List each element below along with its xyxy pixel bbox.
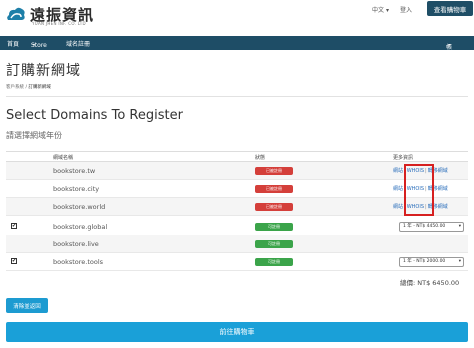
section-heading: Select Domains To Register [6, 108, 183, 123]
registration-period-select[interactable]: 1 年 - NT$ 2000.00 ▾ [399, 257, 464, 267]
registration-period-value: 1 年 - NT$ 4450.00 [403, 224, 446, 229]
status-badge: 已被註冊 [255, 167, 293, 175]
column-header-domain: 網域名稱 [53, 155, 74, 161]
domain-name: bookstore.live [53, 240, 99, 248]
divider [6, 96, 468, 97]
table-row: ✔ bookstore.tools 可註冊 1 年 - NT$ 2000.00 ▾ [6, 253, 468, 271]
table-row: bookstore.tw 已被註冊 網站|WHOIS|轉移網域 [6, 162, 468, 180]
table-row: ✔ bookstore.global 可註冊 1 年 - NT$ 4450.00… [6, 218, 468, 236]
website-link[interactable]: 網站 [393, 186, 403, 192]
website-link[interactable]: 網站 [393, 168, 403, 174]
language-selector[interactable]: 中文 ▾ [372, 5, 389, 14]
login-link[interactable]: 登入 [400, 5, 412, 14]
breadcrumb-client-area[interactable]: 客戶系統 [6, 85, 24, 90]
chevron-down-icon: ▾ [448, 42, 451, 47]
domain-name: bookstore.city [53, 185, 100, 193]
breadcrumb-separator: / [25, 85, 27, 90]
page-title: 訂購新網域 [6, 63, 81, 79]
status-badge: 可註冊 [255, 240, 293, 248]
domain-checkbox[interactable]: ✔ [11, 258, 17, 264]
website-link[interactable]: 網站 [393, 204, 403, 210]
view-cart-button[interactable]: 查看購物車 [427, 1, 473, 16]
domain-name: bookstore.tw [53, 167, 96, 175]
table-row: bookstore.live 可註冊 [6, 235, 468, 253]
domain-name: bookstore.global [53, 223, 108, 231]
domain-name: bookstore.tools [53, 258, 104, 266]
registration-period-value: 1 年 - NT$ 2000.00 [403, 259, 446, 264]
logo-subtitle: YUAN JHEN INF. CO. LTD [32, 21, 86, 26]
language-label: 中文 [372, 7, 385, 14]
go-to-cart-button[interactable]: 前往購物車 [6, 322, 468, 342]
domain-name: bookstore.world [53, 203, 106, 211]
chevron-down-icon: ▾ [458, 259, 461, 264]
status-badge: 可註冊 [255, 258, 293, 266]
main-navbar: 首頁 Store ▾ 域名註冊 帳戶 ▾ [0, 36, 474, 60]
cloud-logo-icon [7, 7, 25, 20]
registration-period-select[interactable]: 1 年 - NT$ 4450.00 ▾ [399, 222, 464, 232]
table-header: 網域名稱 狀態 更多資訊 [6, 151, 468, 162]
chevron-down-icon: ▾ [458, 224, 461, 229]
nav-domain-register[interactable]: 域名註冊 [66, 39, 90, 48]
table-row: bookstore.world 已被註冊 網站|WHOIS|轉移網域 [6, 198, 468, 216]
table-row: bookstore.city 已被註冊 網站|WHOIS|轉移網域 [6, 180, 468, 198]
chevron-down-icon: ▾ [33, 42, 36, 47]
column-header-status: 狀態 [255, 155, 266, 161]
domain-checkbox[interactable]: ✔ [11, 223, 17, 229]
breadcrumb: 客戶系統 / 訂購新網域 [6, 84, 51, 90]
total-price: 總價: NT$ 6450.00 [400, 279, 460, 287]
status-badge: 已被註冊 [255, 185, 293, 193]
breadcrumb-current: 訂購新網域 [28, 85, 51, 90]
status-badge: 可註冊 [255, 223, 293, 231]
section-subheading: 請選擇網域年份 [6, 131, 62, 140]
clear-and-return-button[interactable]: 清除並返回 [6, 298, 48, 313]
status-badge: 已被註冊 [255, 203, 293, 211]
whois-highlight-box [404, 164, 434, 216]
column-header-more-info: 更多資訊 [393, 155, 414, 161]
chevron-down-icon: ▾ [385, 7, 389, 14]
top-header: 遠振資訊 YUAN JHEN INF. CO. LTD 中文 ▾ 登入 查看購物… [0, 0, 474, 36]
nav-home[interactable]: 首頁 [7, 39, 19, 48]
